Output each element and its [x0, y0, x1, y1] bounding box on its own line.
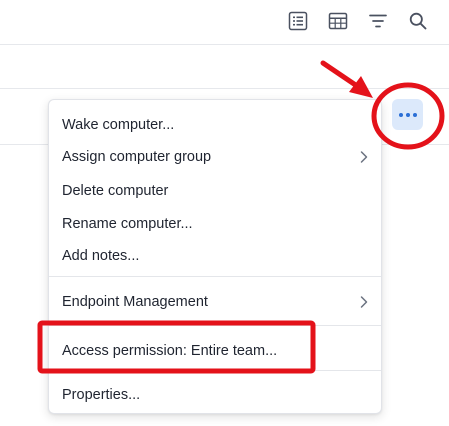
menu-item-assign-computer-group[interactable]: Assign computer group [49, 142, 381, 172]
menu-item-delete-computer[interactable]: Delete computer [49, 176, 381, 206]
menu-item-endpoint-management[interactable]: Endpoint Management [49, 287, 381, 317]
menu-divider [49, 325, 381, 326]
table-view-icon[interactable] [326, 9, 350, 33]
more-horizontal-icon [412, 112, 417, 117]
search-icon[interactable] [406, 9, 430, 33]
list-view-icon[interactable] [286, 9, 310, 33]
menu-divider [49, 276, 381, 277]
menu-item-rename-computer[interactable]: Rename computer... [49, 209, 381, 239]
context-menu: Wake computer... Assign computer group D… [48, 99, 382, 414]
menu-divider [49, 370, 381, 371]
more-horizontal-icon [398, 112, 403, 117]
menu-item-access-permission[interactable]: Access permission: Entire team... [49, 336, 381, 366]
menu-item-label: Endpoint Management [62, 294, 208, 310]
menu-item-wake-computer[interactable]: Wake computer... [49, 110, 381, 140]
menu-item-label: Add notes... [62, 248, 140, 264]
filter-icon[interactable] [366, 9, 390, 33]
menu-item-label: Assign computer group [62, 149, 212, 165]
menu-item-label: Rename computer... [62, 216, 193, 232]
menu-item-properties[interactable]: Properties... [49, 380, 381, 410]
menu-item-label: Delete computer [62, 183, 169, 199]
chevron-right-icon [360, 151, 368, 163]
more-actions-button[interactable] [392, 99, 423, 130]
more-horizontal-icon [405, 112, 410, 117]
menu-item-label: Wake computer... [62, 117, 175, 133]
menu-item-label: Properties... [62, 387, 141, 403]
menu-item-label: Access permission: Entire team... [62, 343, 278, 359]
toolbar [0, 0, 449, 45]
menu-item-add-notes[interactable]: Add notes... [49, 241, 381, 271]
chevron-right-icon [360, 296, 368, 308]
